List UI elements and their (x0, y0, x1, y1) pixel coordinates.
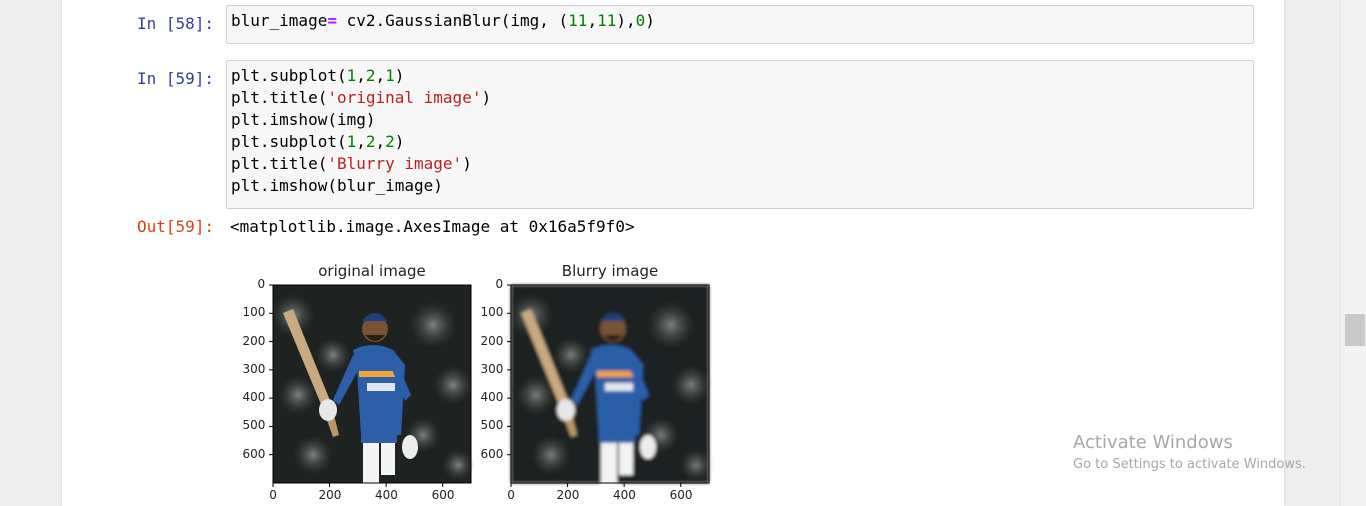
figure-canvas (269, 284, 712, 487)
y-tick-label: 600 (480, 446, 504, 461)
activate-windows-title: Activate Windows (1073, 432, 1233, 453)
y-tick-label: 300 (242, 361, 266, 376)
original-image (271, 285, 474, 483)
x-tick-label: 0 (269, 488, 277, 502)
y-tick-label: 400 (480, 390, 504, 405)
y-tick-label: 0 (495, 277, 504, 291)
y-tick-label: 500 (242, 418, 266, 433)
x-tick-label: 200 (318, 488, 342, 502)
y-tick-label: 300 (480, 361, 504, 376)
blurry-image (509, 285, 712, 483)
x-tick-label: 600 (669, 488, 693, 502)
activate-windows-subtitle: Go to Settings to activate Windows. (1073, 457, 1306, 472)
y-tick-label: 500 (480, 418, 504, 433)
y-tick-label: 200 (242, 333, 266, 348)
x-tick-label: 200 (556, 488, 580, 502)
y-tick-label: 100 (242, 305, 266, 320)
x-tick-label: 600 (431, 488, 455, 502)
y-tick-label: 200 (480, 333, 504, 348)
y-tick-label: 0 (257, 277, 266, 291)
y-tick-label: 600 (242, 446, 266, 461)
y-tick-label: 100 (480, 305, 504, 320)
x-tick-label: 400 (375, 488, 398, 502)
x-tick-label: 400 (613, 488, 636, 502)
y-tick-label: 400 (242, 390, 266, 405)
x-tick-label: 0 (507, 488, 515, 502)
